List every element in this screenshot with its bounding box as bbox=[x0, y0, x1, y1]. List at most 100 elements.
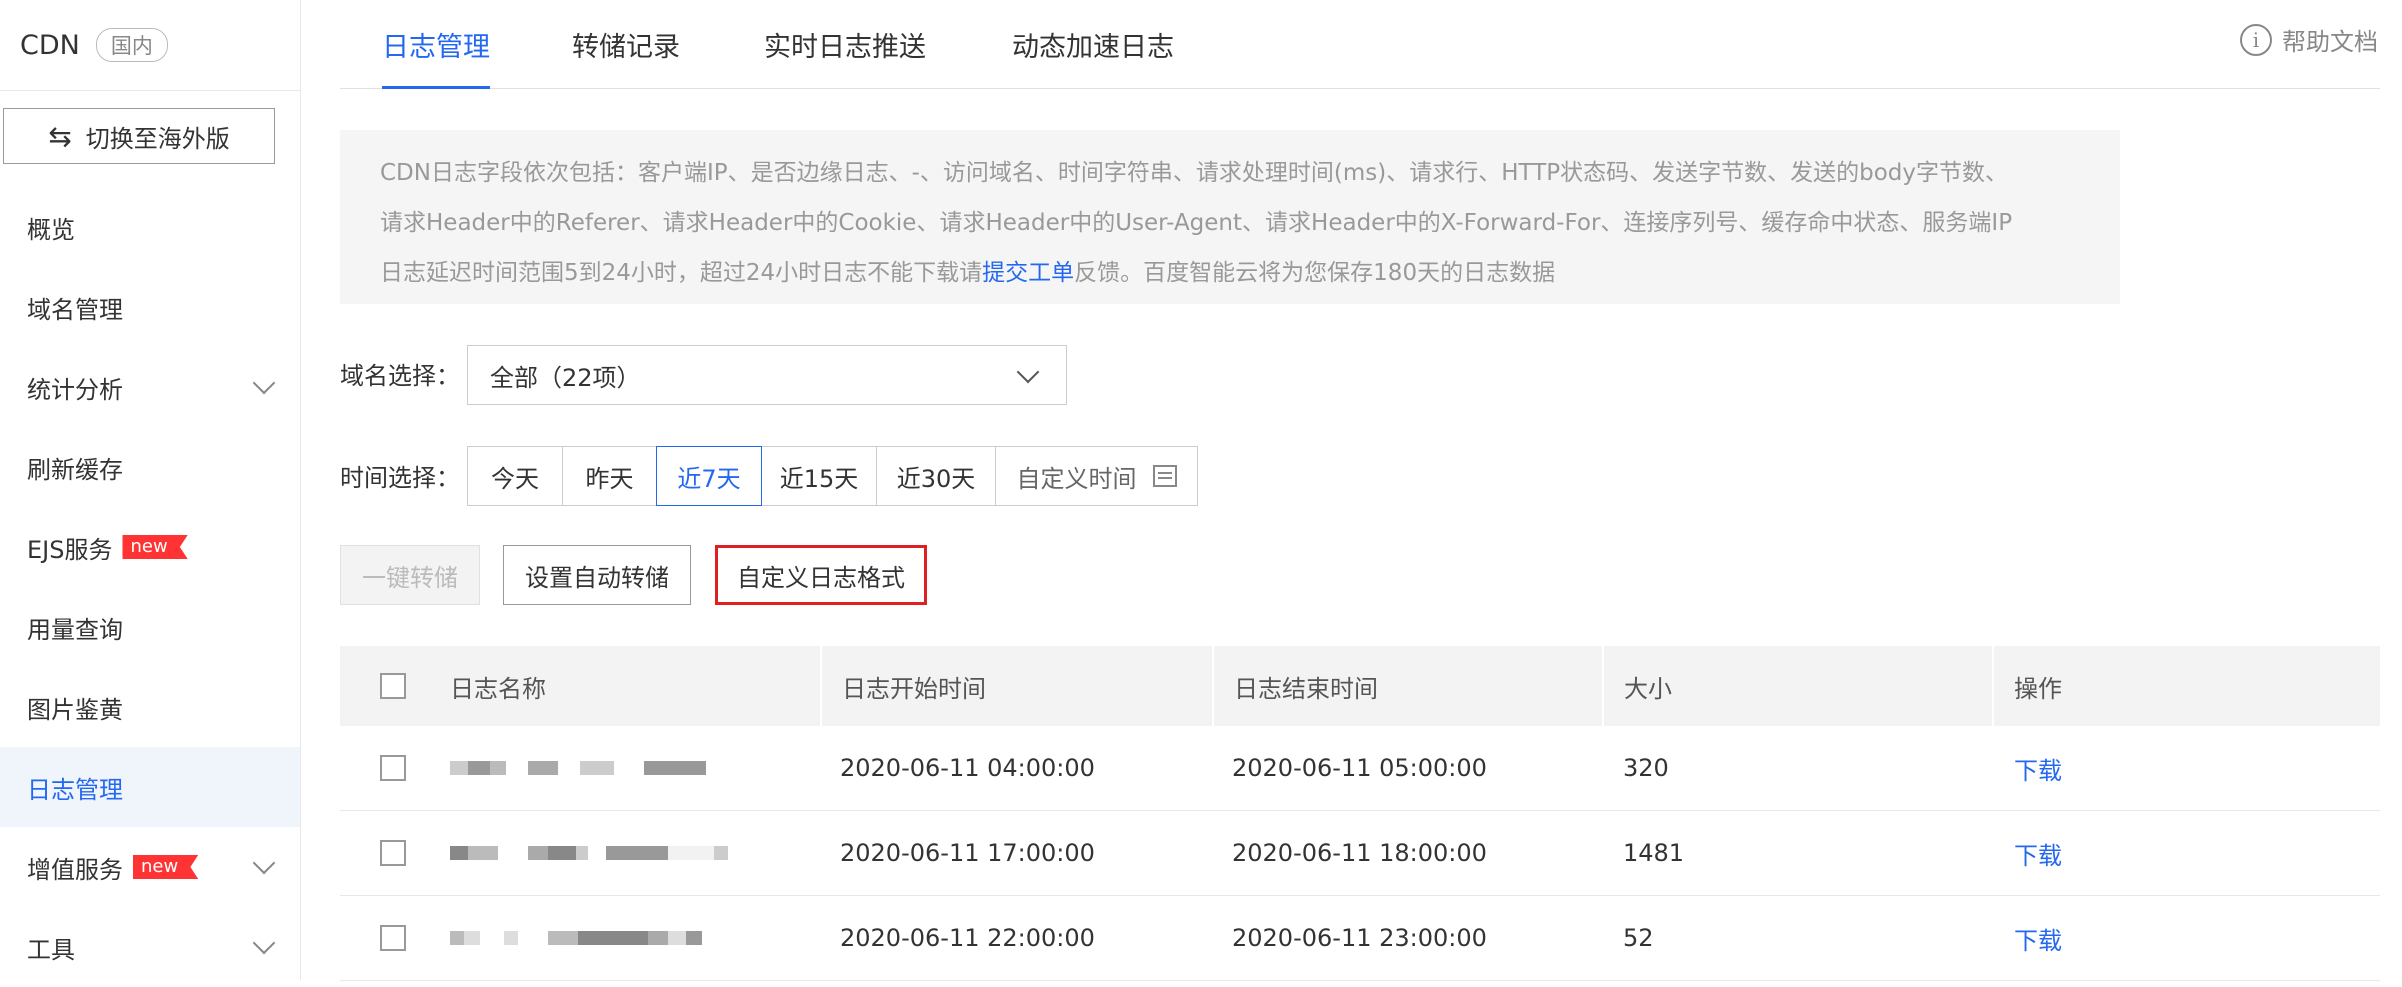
column-divider bbox=[1602, 646, 1604, 726]
table-row: 2020-06-11 22:00:00 2020-06-11 23:00:00 … bbox=[340, 896, 2380, 981]
notice-text: 反馈。百度智能云将为您保存180天的日志数据 bbox=[1074, 260, 1556, 286]
column-header-action: 操作 bbox=[2014, 674, 2062, 703]
pixelated-log-name bbox=[450, 931, 702, 945]
new-badge: new bbox=[122, 535, 188, 559]
column-header-start: 日志开始时间 bbox=[842, 674, 986, 703]
log-name-redacted bbox=[450, 896, 702, 980]
row-checkbox[interactable] bbox=[380, 755, 406, 781]
column-divider bbox=[1992, 646, 1994, 726]
table-row: 2020-06-11 17:00:00 2020-06-11 18:00:00 … bbox=[340, 811, 2380, 896]
log-end-time: 2020-06-11 05:00:00 bbox=[1232, 754, 1487, 782]
log-table: 日志名称 日志开始时间 日志结束时间 大小 操作 2020-06-11 04:0… bbox=[340, 646, 2380, 981]
log-name-redacted bbox=[450, 811, 728, 895]
sidebar-item-refresh-cache[interactable]: 刷新缓存 bbox=[0, 427, 300, 507]
row-checkbox[interactable] bbox=[380, 840, 406, 866]
pixelated-log-name bbox=[450, 761, 706, 775]
tab-realtime-push[interactable]: 实时日志推送 bbox=[764, 0, 926, 88]
sidebar: CDN 国内 ⇆ 切换至海外版 概览 域名管理 统计分析 刷新缓存 EJS服务 … bbox=[0, 0, 301, 980]
tab-log-management[interactable]: 日志管理 bbox=[382, 0, 490, 89]
sidebar-item-statistics[interactable]: 统计分析 bbox=[0, 347, 300, 427]
log-size: 320 bbox=[1623, 754, 1669, 782]
domain-select-value: 全部（22项） bbox=[490, 363, 641, 392]
switch-region-label: 切换至海外版 bbox=[85, 124, 230, 153]
column-header-end: 日志结束时间 bbox=[1234, 674, 1378, 703]
notice-line-3: 日志延迟时间范围5到24小时，超过24小时日志不能下载请提交工单反馈。百度智能云… bbox=[380, 248, 2080, 298]
column-divider bbox=[1212, 646, 1214, 726]
column-header-size: 大小 bbox=[1624, 674, 1672, 703]
time-range-group: 今天 昨天 近7天 近15天 近30天 自定义时间 bbox=[467, 446, 1198, 506]
sidebar-item-label: 增值服务 bbox=[27, 855, 123, 884]
brand-header: CDN 国内 bbox=[0, 0, 300, 91]
log-start-time: 2020-06-11 22:00:00 bbox=[840, 924, 1095, 952]
region-tag[interactable]: 国内 bbox=[95, 28, 168, 62]
sidebar-item-ejs[interactable]: EJS服务 new bbox=[0, 507, 300, 587]
tab-bar: 日志管理 转储记录 实时日志推送 动态加速日志 bbox=[340, 0, 2380, 89]
time-yesterday-button[interactable]: 昨天 bbox=[562, 446, 657, 506]
tab-dump-records[interactable]: 转储记录 bbox=[572, 0, 680, 88]
sidebar-item-label: 日志管理 bbox=[27, 775, 123, 804]
time-select-label: 时间选择： bbox=[340, 464, 460, 492]
auto-dump-button[interactable]: 设置自动转储 bbox=[503, 545, 691, 605]
download-link[interactable]: 下载 bbox=[2014, 811, 2062, 895]
download-link[interactable]: 下载 bbox=[2014, 896, 2062, 980]
notice-line-1: CDN日志字段依次包括：客户端IP、是否边缘日志、-、访问域名、时间字符串、请求… bbox=[380, 160, 2009, 186]
submit-ticket-link[interactable]: 提交工单 bbox=[982, 260, 1074, 286]
domain-select-label: 域名选择： bbox=[340, 362, 460, 390]
select-all-checkbox[interactable] bbox=[380, 673, 406, 699]
time-today-button[interactable]: 今天 bbox=[467, 446, 563, 506]
sidebar-item-label: 刷新缓存 bbox=[27, 455, 123, 484]
sidebar-item-value-added[interactable]: 增值服务 new bbox=[0, 827, 300, 907]
log-size: 52 bbox=[1623, 924, 1654, 952]
sidebar-item-label: EJS服务 bbox=[27, 535, 113, 564]
sidebar-item-usage[interactable]: 用量查询 bbox=[0, 587, 300, 667]
sidebar-item-tools[interactable]: 工具 bbox=[0, 907, 300, 987]
sidebar-item-overview[interactable]: 概览 bbox=[0, 187, 300, 267]
sidebar-item-label: 用量查询 bbox=[27, 615, 123, 644]
help-docs-link[interactable]: i 帮助文档 bbox=[2240, 22, 2378, 57]
time-15days-button[interactable]: 近15天 bbox=[761, 446, 877, 506]
time-custom-label: 自定义时间 bbox=[1016, 464, 1137, 493]
swap-arrows-icon: ⇆ bbox=[48, 119, 72, 153]
time-custom-button[interactable]: 自定义时间 bbox=[995, 446, 1198, 506]
log-start-time: 2020-06-11 04:00:00 bbox=[840, 754, 1095, 782]
log-size: 1481 bbox=[1623, 839, 1685, 867]
sidebar-item-domains[interactable]: 域名管理 bbox=[0, 267, 300, 347]
sidebar-item-label: 概览 bbox=[27, 215, 75, 244]
chevron-down-icon bbox=[1016, 360, 1040, 384]
notice-line-2: 请求Header中的Referer、请求Header中的Cookie、请求Hea… bbox=[380, 210, 2013, 236]
table-row: 2020-06-11 04:00:00 2020-06-11 05:00:00 … bbox=[340, 726, 2380, 811]
switch-region-button[interactable]: ⇆ 切换至海外版 bbox=[3, 108, 275, 164]
brand-title: CDN bbox=[20, 29, 80, 61]
sidebar-item-label: 统计分析 bbox=[27, 375, 123, 404]
info-icon: i bbox=[2240, 23, 2272, 56]
calendar-icon bbox=[1152, 465, 1177, 487]
help-docs-label: 帮助文档 bbox=[2282, 28, 2378, 56]
time-30days-button[interactable]: 近30天 bbox=[876, 446, 996, 506]
column-header-name: 日志名称 bbox=[450, 674, 546, 703]
new-badge: new bbox=[133, 855, 199, 879]
dump-once-button[interactable]: 一键转储 bbox=[340, 545, 480, 605]
time-7days-button[interactable]: 近7天 bbox=[656, 446, 762, 506]
domain-select[interactable]: 全部（22项） bbox=[467, 345, 1067, 405]
pixelated-log-name bbox=[450, 846, 728, 860]
sidebar-nav: 概览 域名管理 统计分析 刷新缓存 EJS服务 new 用量查询 图片鉴黄 日志… bbox=[0, 187, 300, 987]
row-checkbox[interactable] bbox=[380, 925, 406, 951]
sidebar-item-label: 域名管理 bbox=[27, 295, 123, 324]
notice-text: 日志延迟时间范围5到24小时，超过24小时日志不能下载请 bbox=[380, 260, 983, 286]
sidebar-item-log-management[interactable]: 日志管理 bbox=[0, 747, 300, 827]
download-link[interactable]: 下载 bbox=[2014, 726, 2062, 810]
tab-dynamic-accel-logs[interactable]: 动态加速日志 bbox=[1012, 0, 1174, 88]
column-divider bbox=[820, 646, 822, 726]
custom-log-format-button[interactable]: 自定义日志格式 bbox=[715, 545, 927, 605]
chevron-down-icon bbox=[252, 371, 276, 395]
sidebar-item-label: 图片鉴黄 bbox=[27, 695, 123, 724]
sidebar-item-image-review[interactable]: 图片鉴黄 bbox=[0, 667, 300, 747]
log-name-redacted bbox=[450, 726, 706, 810]
table-header: 日志名称 日志开始时间 日志结束时间 大小 操作 bbox=[340, 646, 2380, 726]
chevron-down-icon bbox=[252, 851, 276, 875]
log-start-time: 2020-06-11 17:00:00 bbox=[840, 839, 1095, 867]
log-end-time: 2020-06-11 23:00:00 bbox=[1232, 924, 1487, 952]
sidebar-item-label: 工具 bbox=[27, 935, 75, 964]
log-end-time: 2020-06-11 18:00:00 bbox=[1232, 839, 1487, 867]
chevron-down-icon bbox=[252, 931, 276, 955]
